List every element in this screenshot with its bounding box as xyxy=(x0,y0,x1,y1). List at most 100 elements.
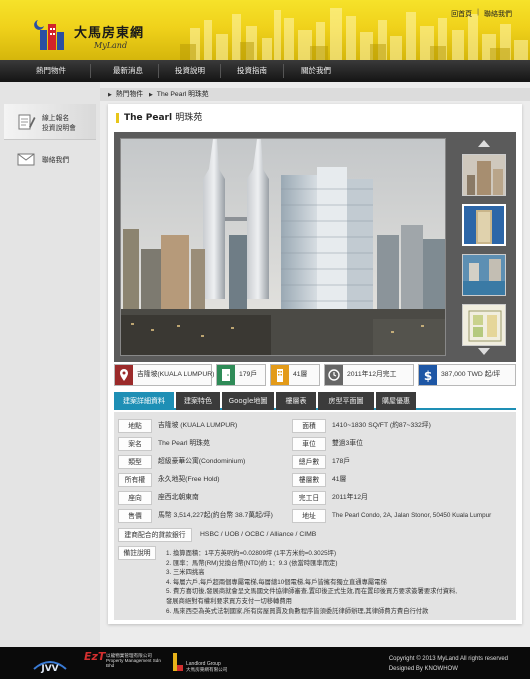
site-footer: JVV EzT 以龍物業管理有限公司 Property Management S… xyxy=(0,647,530,679)
units-value: 179戶 xyxy=(239,371,258,378)
detail-value: 178戶 xyxy=(332,458,351,465)
nav-about-us[interactable]: 關於我們 xyxy=(288,60,344,82)
detail-row: 地點 吉隆坡 (KUALA LUMPUR) 面積 1410~1830 SQ/FT… xyxy=(118,418,512,434)
note-item: 6. 馬來西亞為英式法制國家,所有房屋買賣及負數程序皆須委託律師辦理,其律師費方… xyxy=(166,607,429,615)
svg-text:$: $ xyxy=(424,369,432,383)
detail-row: 售價 馬幣 3,514,227起(約台幣 38.7萬起/坪) 地址 The Pe… xyxy=(118,508,512,524)
location-cell: 吉隆坡(KUALA LUMPUR) xyxy=(114,364,214,386)
detail-label: 類型 xyxy=(118,455,152,469)
partner-logo-3[interactable]: Landlord Group 大馬房東網有限公司 xyxy=(172,651,242,675)
note-item: 3. 三米四挑高 xyxy=(166,569,205,577)
tab-features[interactable]: 建案特色 xyxy=(176,392,220,410)
detail-row: 建商配合的貸款銀行 HSBC / UOB / OCBC / Alliance /… xyxy=(118,527,512,543)
nav-news[interactable]: 最新消息 xyxy=(100,60,156,82)
note-item: 1. 換算面積：1平方英呎約=0.02809坪 (1平方米約=0.3025坪) xyxy=(166,550,337,557)
logo-buildings-icon xyxy=(34,20,64,50)
detail-label: 售價 xyxy=(118,509,152,523)
detail-value: 2011年12月 xyxy=(332,494,368,501)
sidebar-label-line2: 投資說明會 xyxy=(42,123,76,132)
home-link[interactable]: 回首頁 xyxy=(451,9,472,19)
detail-row: 案名 The Pearl 明珠苑 車位 雙過3車位 xyxy=(118,436,512,452)
thumbnail[interactable] xyxy=(462,254,506,296)
detail-label: 備註說明 xyxy=(118,546,156,560)
detail-value: HSBC / UOB / OCBC / Alliance / CIMB xyxy=(200,531,317,538)
detail-label: 樓層數 xyxy=(292,473,326,487)
detail-label: 面積 xyxy=(292,419,326,433)
page-title: The Pearl 明珠苑 xyxy=(116,113,202,123)
detail-value: 41層 xyxy=(332,476,347,483)
detail-value: The Pearl Condo, 2A, Jalan Stonor, 50450… xyxy=(332,512,492,519)
detail-value: 吉隆坡 (KUALA LUMPUR) xyxy=(158,422,238,429)
link-separator: | xyxy=(477,9,479,16)
sidebar-item-seminar-signup[interactable]: 線上報名 投資說明會 xyxy=(4,104,96,140)
sidebar: 線上報名 投資說明會 聯絡我們 xyxy=(0,82,100,647)
thumbnail-strip xyxy=(454,132,510,362)
contact-link[interactable]: 聯絡我們 xyxy=(484,9,512,19)
footer-text: Copyright © 2013 MyLand All rights reser… xyxy=(389,654,508,674)
notes-list: 1. 換算面積：1平方英呎約=0.02809坪 (1平方米約=0.3025坪) … xyxy=(166,549,506,616)
nav-divider xyxy=(220,64,221,78)
scroll-up-arrow-icon[interactable] xyxy=(478,140,490,147)
clock-icon xyxy=(325,365,343,385)
tab-google-map[interactable]: Google地圖 xyxy=(222,392,274,410)
nav-investment-info[interactable]: 投資說明 xyxy=(162,60,218,82)
detail-tabs: 建案詳細資料 建案特色 Google地圖 樓層表 房型平面圖 購屋優惠 xyxy=(114,392,516,410)
detail-value: 1410~1830 SQ/FT (約87~332坪) xyxy=(332,422,431,429)
nav-divider xyxy=(283,64,284,78)
landlord-logo-icon xyxy=(173,653,183,671)
price-cell: $ 387,000 TWD 起/坪 xyxy=(418,364,516,386)
site-header: 大馬房東網 MyLand 回首頁 | 聯絡我們 xyxy=(0,0,530,60)
sidebar-label: 聯絡我們 xyxy=(42,156,70,164)
thumbnail[interactable] xyxy=(462,154,506,196)
breadcrumb: ▶ 熱門物件 ▶ The Pearl 明珠苑 xyxy=(100,88,530,101)
tab-floor-table[interactable]: 樓層表 xyxy=(276,392,316,410)
units-cell: 179戶 xyxy=(216,364,266,386)
envelope-icon xyxy=(17,153,35,166)
building-icon xyxy=(271,365,289,385)
map-pin-icon xyxy=(115,365,133,385)
main-photo xyxy=(120,138,446,356)
top-links: 回首頁 | 聯絡我們 xyxy=(451,9,512,19)
breadcrumb-parent[interactable]: 熱門物件 xyxy=(116,91,143,98)
partner-2-name: Property Management Sdn Bhd xyxy=(106,658,161,668)
detail-row: 所有權 永久地契(Free Hold) 樓層數 41層 xyxy=(118,472,512,488)
detail-label: 地點 xyxy=(118,419,152,433)
thumbnail[interactable] xyxy=(462,304,506,346)
floors-value: 41層 xyxy=(293,371,308,378)
tab-details[interactable]: 建案詳細資料 xyxy=(114,392,174,410)
detail-value: 永久地契(Free Hold) xyxy=(158,476,220,483)
breadcrumb-arrow-icon: ▶ xyxy=(108,92,112,98)
scroll-down-arrow-icon[interactable] xyxy=(478,348,490,355)
completion-cell: 2011年12月完工 xyxy=(324,364,414,386)
partner-logo-2[interactable]: EzT 以龍物業管理有限公司 Property Management Sdn B… xyxy=(84,651,164,675)
detail-row: 類型 超級豪華公寓(Condominium) 總戶數 178戶 xyxy=(118,454,512,470)
breadcrumb-arrow-icon: ▶ xyxy=(148,92,153,98)
nav-investment-guide[interactable]: 投資指南 xyxy=(224,60,280,82)
detail-label: 所有權 xyxy=(118,473,152,487)
sidebar-label-line1: 線上報名 xyxy=(42,113,70,122)
detail-value: 雙過3車位 xyxy=(332,440,363,447)
dollar-icon: $ xyxy=(419,365,437,385)
thumbnail-selected[interactable] xyxy=(462,204,506,246)
photo-gallery xyxy=(114,132,516,362)
info-strip: 吉隆坡(KUALA LUMPUR) 179戶 41層 2011年12月完工 $ … xyxy=(114,364,516,386)
nav-divider xyxy=(90,64,91,78)
partner-3-cn: 大馬房東網有限公司 xyxy=(186,667,228,672)
price-value: 387,000 TWD 起/坪 xyxy=(441,371,501,378)
title-chinese: 明珠苑 xyxy=(175,113,203,123)
designer-text: Designed By KNOWHOW xyxy=(388,666,458,672)
nav-divider xyxy=(158,64,159,78)
breadcrumb-current: The Pearl 明珠苑 xyxy=(156,91,209,98)
partner-logo-1[interactable]: JVV xyxy=(30,651,70,675)
detail-label: 地址 xyxy=(292,509,326,523)
nav-hot-listings[interactable]: 熱門物件 xyxy=(26,60,76,82)
logo-chinese: 大馬房東網 xyxy=(74,26,145,41)
floors-cell: 41層 xyxy=(270,364,320,386)
svg-text:JVV: JVV xyxy=(40,664,58,674)
tab-offers[interactable]: 購屋優惠 xyxy=(376,392,416,410)
sidebar-item-contact[interactable]: 聯絡我們 xyxy=(4,142,96,176)
tab-floor-plans[interactable]: 房型平面圖 xyxy=(318,392,374,410)
detail-value: 馬幣 3,514,227起(約台幣 38.7萬起/坪) xyxy=(158,512,273,519)
site-logo[interactable]: 大馬房東網 MyLand xyxy=(34,14,144,50)
details-panel: 地點 吉隆坡 (KUALA LUMPUR) 面積 1410~1830 SQ/FT… xyxy=(114,412,516,620)
